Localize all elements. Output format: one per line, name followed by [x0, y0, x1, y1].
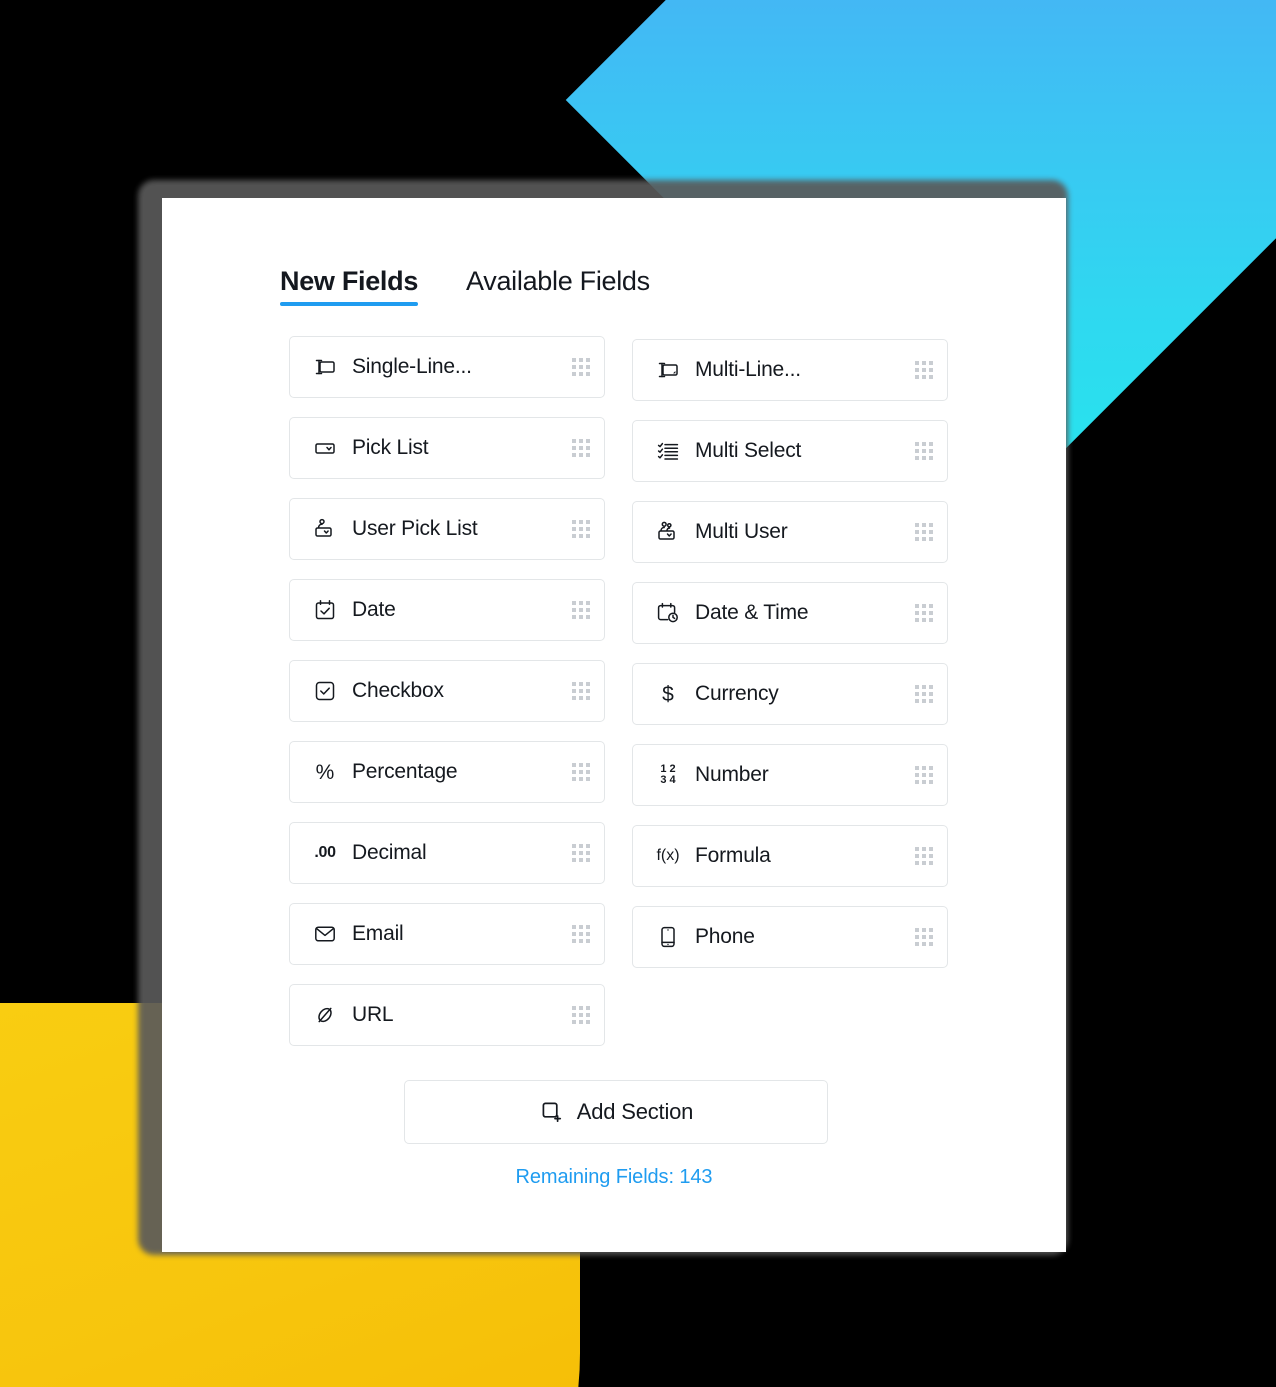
tab-available-fields[interactable]: Available Fields — [466, 266, 650, 306]
multi-select-icon — [655, 438, 681, 464]
field-label: Date — [352, 598, 396, 621]
drag-handle-icon[interactable] — [572, 763, 590, 781]
field-label: User Pick List — [352, 517, 478, 540]
drag-handle-icon[interactable] — [915, 604, 933, 622]
add-section-button[interactable]: Add Section — [404, 1080, 828, 1144]
drag-handle-icon[interactable] — [915, 442, 933, 460]
field-label: Date & Time — [695, 601, 809, 624]
field-column-left: Single-Line... Pick List User Pick List … — [289, 336, 605, 1046]
field-item-decimal[interactable]: .00 Decimal — [289, 822, 605, 884]
field-label: Formula — [695, 844, 771, 867]
drag-handle-icon[interactable] — [572, 682, 590, 700]
drag-handle-icon[interactable] — [572, 925, 590, 943]
drag-handle-icon[interactable] — [915, 928, 933, 946]
field-label: Number — [695, 763, 769, 786]
field-label: Pick List — [352, 436, 429, 459]
tab-new-fields-label: New Fields — [280, 266, 419, 296]
calendar-clock-icon — [655, 600, 681, 626]
field-item-pick-list[interactable]: Pick List — [289, 417, 605, 479]
tab-new-fields[interactable]: New Fields — [280, 266, 418, 306]
field-item-number[interactable]: 1 2 3 4 Number — [632, 744, 948, 806]
drag-handle-icon[interactable] — [572, 844, 590, 862]
field-label: Multi Select — [695, 439, 802, 462]
envelope-icon — [312, 921, 338, 947]
field-item-user-pick-list[interactable]: User Pick List — [289, 498, 605, 560]
field-label: Percentage — [352, 760, 458, 783]
field-item-formula[interactable]: f(x) Formula — [632, 825, 948, 887]
add-section-icon — [539, 1099, 565, 1125]
drag-handle-icon[interactable] — [572, 520, 590, 538]
user-pick-list-icon — [312, 516, 338, 542]
field-type-grid: Single-Line... Pick List User Pick List … — [289, 336, 949, 1046]
remaining-fields-link[interactable]: Remaining Fields: 143 — [162, 1166, 1066, 1189]
checkbox-icon — [312, 678, 338, 704]
drag-handle-icon[interactable] — [915, 523, 933, 541]
field-label: Email — [352, 922, 404, 945]
add-section-label: Add Section — [576, 1099, 694, 1124]
number-cell-3: 3 — [660, 774, 667, 786]
field-item-email[interactable]: Email — [289, 903, 605, 965]
field-item-checkbox[interactable]: Checkbox — [289, 660, 605, 722]
field-item-multi-line[interactable]: Multi-Line... — [632, 339, 948, 401]
field-item-url[interactable]: URL — [289, 984, 605, 1046]
drag-handle-icon[interactable] — [915, 361, 933, 379]
field-item-multi-select[interactable]: Multi Select — [632, 420, 948, 482]
calendar-check-icon — [312, 597, 338, 623]
tab-available-fields-label: Available Fields — [466, 266, 650, 296]
field-label: Phone — [695, 925, 755, 948]
field-label: Multi-Line... — [695, 358, 801, 381]
percent-icon: % — [312, 759, 338, 785]
field-item-date[interactable]: Date — [289, 579, 605, 641]
dollar-icon: $ — [655, 681, 681, 707]
field-label: Currency — [695, 682, 779, 705]
field-item-multi-user[interactable]: Multi User — [632, 501, 948, 563]
pick-list-icon — [312, 435, 338, 461]
number-grid: 1 2 3 4 — [660, 764, 675, 786]
drag-handle-icon[interactable] — [572, 439, 590, 457]
drag-handle-icon[interactable] — [572, 601, 590, 619]
formula-icon: f(x) — [655, 843, 681, 869]
field-item-phone[interactable]: Phone — [632, 906, 948, 968]
field-column-right: Multi-Line... Multi Select Multi User Da… — [632, 336, 948, 1046]
link-slash-icon — [312, 1002, 338, 1028]
single-line-text-icon — [312, 354, 338, 380]
multi-user-icon — [655, 519, 681, 545]
field-item-single-line[interactable]: Single-Line... — [289, 336, 605, 398]
field-label: Single-Line... — [352, 355, 472, 378]
field-item-currency[interactable]: $ Currency — [632, 663, 948, 725]
remaining-fields-label: Remaining Fields: 143 — [515, 1166, 713, 1188]
field-label: Multi User — [695, 520, 788, 543]
formula-glyph: f(x) — [656, 847, 680, 864]
tab-bar: New Fields Available Fields — [280, 266, 650, 306]
drag-handle-icon[interactable] — [915, 847, 933, 865]
page-root: New Fields Available Fields Single-Line.… — [0, 0, 1276, 1387]
field-picker-card: New Fields Available Fields Single-Line.… — [162, 198, 1066, 1252]
field-label: Decimal — [352, 841, 427, 864]
field-item-date-time[interactable]: Date & Time — [632, 582, 948, 644]
multi-line-text-icon — [655, 357, 681, 383]
number-grid-icon: 1 2 3 4 — [655, 762, 681, 788]
decimal-glyph: .00 — [314, 844, 336, 861]
field-label: URL — [352, 1003, 394, 1026]
percent-glyph: % — [315, 760, 335, 784]
field-label: Checkbox — [352, 679, 444, 702]
drag-handle-icon[interactable] — [915, 766, 933, 784]
field-item-percentage[interactable]: % Percentage — [289, 741, 605, 803]
drag-handle-icon[interactable] — [572, 358, 590, 376]
decimal-icon: .00 — [312, 840, 338, 866]
drag-handle-icon[interactable] — [915, 685, 933, 703]
mobile-phone-icon — [655, 924, 681, 950]
drag-handle-icon[interactable] — [572, 1006, 590, 1024]
number-cell-4: 4 — [669, 774, 676, 786]
dollar-glyph: $ — [662, 682, 674, 706]
